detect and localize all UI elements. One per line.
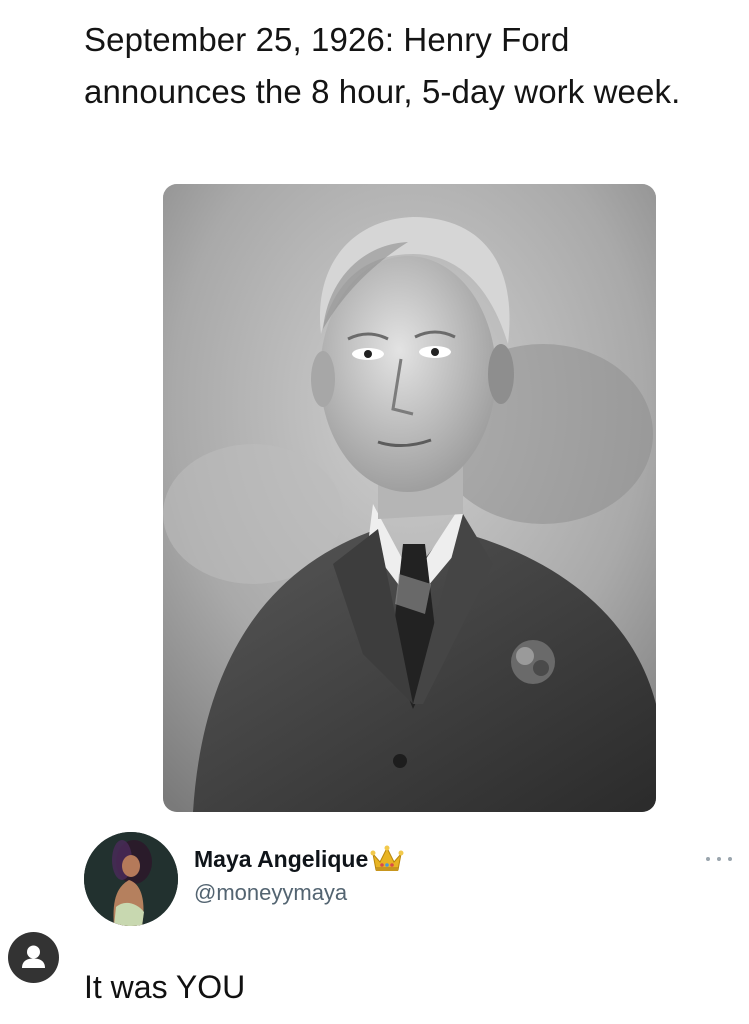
reply-name-row: Maya Angelique [194, 842, 404, 876]
reply-display-name[interactable]: Maya Angelique [194, 846, 368, 873]
caption-text: It was YOU [84, 969, 246, 1005]
screenshot-page: September 25, 1926: Henry Ford announces… [0, 0, 749, 1024]
reply-handle[interactable]: @moneyymaya [194, 880, 347, 906]
more-dot [728, 857, 732, 861]
avatar[interactable] [84, 832, 178, 926]
crown-icon [370, 844, 404, 874]
tweet-text: September 25, 1926: Henry Ford announces… [84, 21, 681, 110]
more-dot [706, 857, 710, 861]
more-dot [717, 857, 721, 861]
portrait-photo[interactable] [163, 184, 656, 812]
user-profile-icon[interactable] [8, 932, 59, 983]
more-options-icon[interactable] [703, 850, 735, 868]
